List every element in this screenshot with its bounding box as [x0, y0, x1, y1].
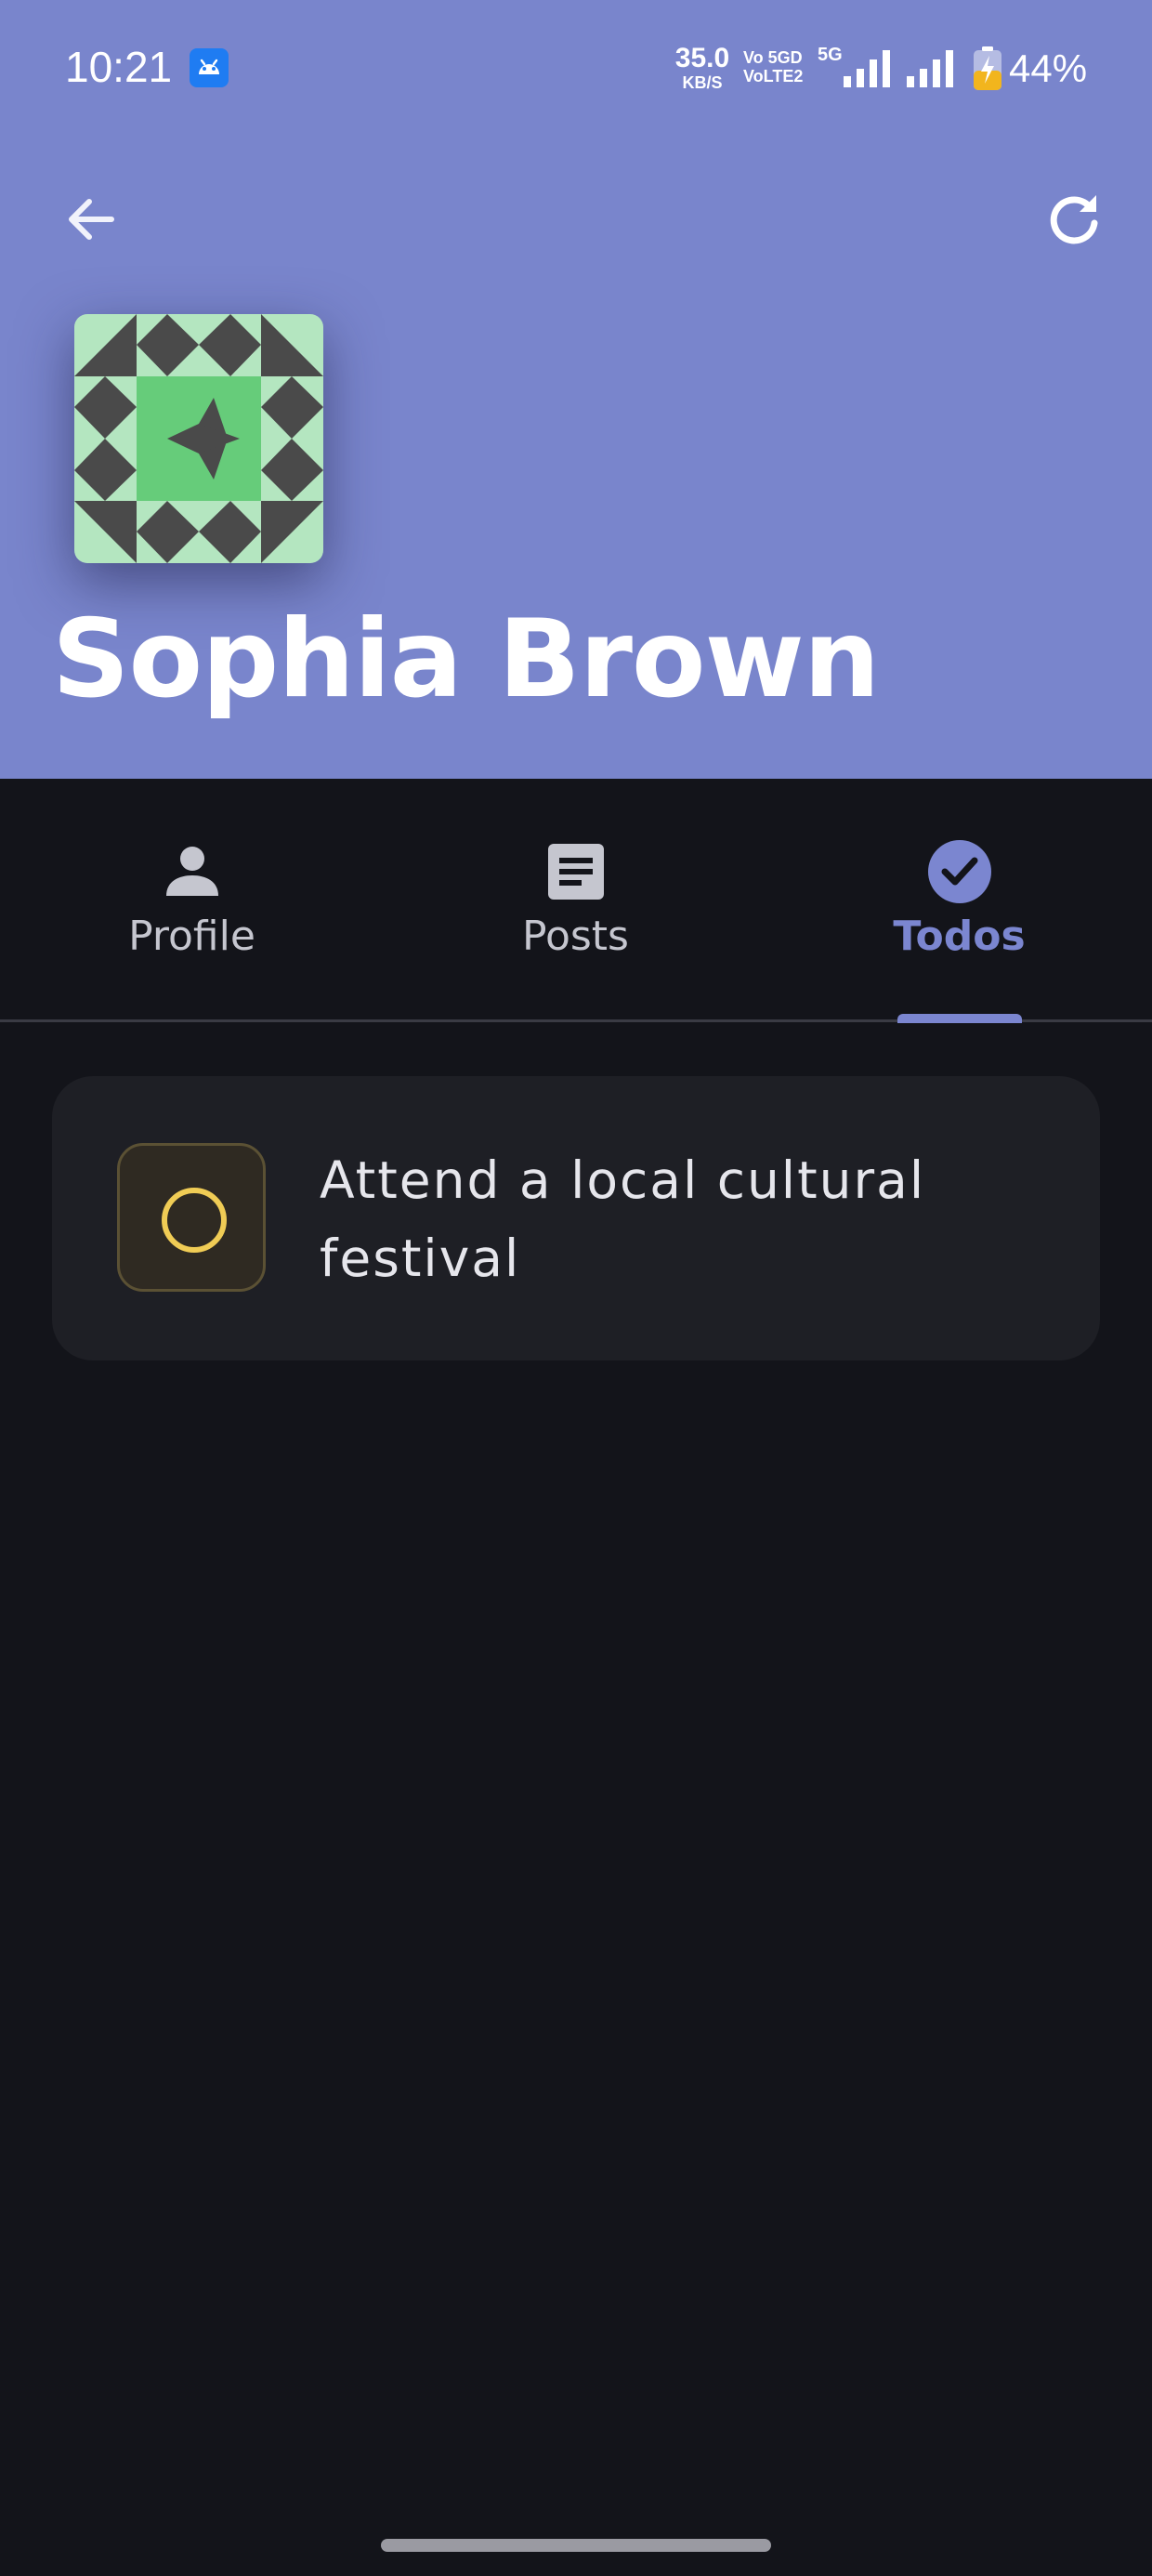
volte-indicator: Vo 5GD VoLTE2: [743, 48, 810, 85]
todo-title: Attend a local cultural festival: [320, 1150, 926, 1288]
tab-posts[interactable]: Posts: [384, 779, 767, 1019]
signal-icon: [905, 46, 957, 93]
arrow-left-icon: [69, 199, 114, 240]
profile-name: Sophia Brown: [52, 597, 880, 722]
android-debug-icon: [190, 48, 229, 87]
identicon-avatar: [74, 314, 323, 563]
signal-icon: [842, 46, 894, 93]
user-detail-screen: 10:21 35.0 KB/S Vo 5GD VoLTE2 5G 44% Sop…: [0, 0, 1152, 2576]
network-speed-value: 35.0: [674, 43, 730, 73]
tab-label: Todos: [893, 913, 1026, 960]
tab-label: Profile: [128, 913, 255, 960]
volte-line-1: Vo 5GD: [743, 48, 803, 67]
network-type: 5G: [818, 45, 843, 65]
refresh-button[interactable]: [1029, 175, 1119, 264]
network-speed-unit: KB/S: [682, 73, 723, 92]
tab-label: Posts: [522, 913, 629, 960]
refresh-icon: [1050, 195, 1098, 244]
todo-status-toggle[interactable]: [117, 1143, 266, 1292]
battery-icon: [972, 46, 1003, 95]
check-circle-icon: [927, 840, 991, 903]
avatar: [74, 314, 323, 563]
article-icon: [547, 844, 604, 900]
tab-todos[interactable]: Todos: [767, 779, 1151, 1019]
active-tab-indicator: [897, 1014, 1022, 1023]
person-icon: [165, 847, 218, 896]
tab-profile[interactable]: Profile: [0, 779, 384, 1019]
battery-percent: 44%: [1009, 46, 1088, 90]
status-time: 10:21: [65, 43, 173, 91]
volte-line-2: VoLTE2: [743, 67, 804, 85]
back-button[interactable]: [46, 175, 136, 264]
tab-bar: Profile Posts Todos: [0, 779, 1152, 1022]
profile-header: 10:21 35.0 KB/S Vo 5GD VoLTE2 5G 44% Sop…: [0, 0, 1152, 779]
network-speed: 35.0 KB/S: [669, 43, 736, 92]
todo-item[interactable]: Attend a local cultural festival: [52, 1076, 1100, 1360]
status-bar: 10:21 35.0 KB/S Vo 5GD VoLTE2 5G 44%: [0, 0, 1152, 139]
home-indicator[interactable]: [381, 2539, 771, 2552]
pending-circle-icon: [162, 1188, 227, 1253]
